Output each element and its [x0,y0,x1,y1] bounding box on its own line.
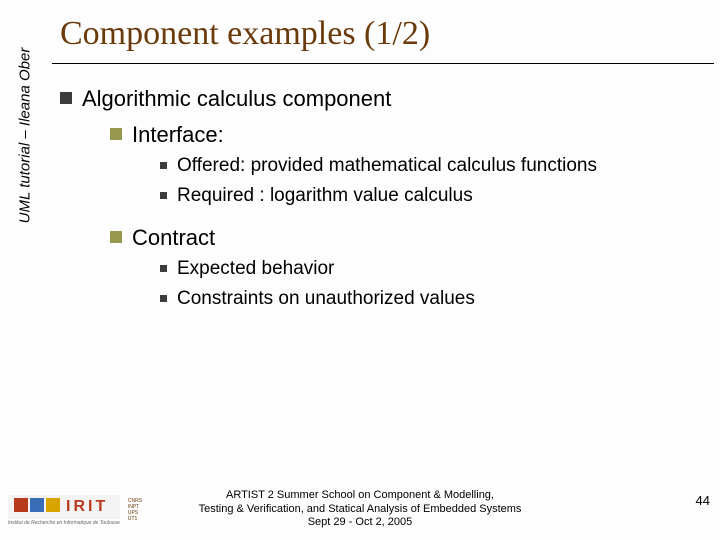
footer: IRIT Institut de Recherche en Informatiq… [0,478,720,534]
bullet-level3: Constraints on unauthorized values [160,286,700,312]
bullet-text: Offered: provided mathematical calculus … [177,153,597,179]
bullet-text: Algorithmic calculus component [82,84,391,114]
bullet-text: Required : logarithm value calculus [177,183,473,209]
side-author-text: UML tutorial – Ileana Ober [17,47,34,223]
square-bullet-icon [160,265,167,272]
content-area: Algorithmic calculus component Interface… [60,78,700,312]
bullet-level2: Interface: [110,120,700,150]
bullet-text: Expected behavior [177,256,334,282]
bullet-text: Contract [132,223,215,253]
bullet-level2: Contract [110,223,700,253]
bullet-text: Constraints on unauthorized values [177,286,475,312]
footer-line: ARTIST 2 Summer School on Component & Mo… [0,489,720,503]
slide-title: Component examples (1/2) [60,15,430,53]
square-bullet-icon [110,231,122,243]
title-bar: Component examples (1/2) [52,4,714,64]
bullet-level3: Required : logarithm value calculus [160,183,700,209]
square-bullet-icon [60,92,72,104]
square-bullet-icon [160,295,167,302]
square-bullet-icon [110,128,122,140]
slide: UML tutorial – Ileana Ober Component exa… [0,0,720,540]
square-bullet-icon [160,162,167,169]
bullet-level1: Algorithmic calculus component [60,84,700,114]
bullet-level3: Expected behavior [160,256,700,282]
footer-line: Testing & Verification, and Statical Ana… [0,503,720,517]
footer-line: Sept 29 - Oct 2, 2005 [0,516,720,530]
bullet-level3: Offered: provided mathematical calculus … [160,153,700,179]
side-author-label: UML tutorial – Ileana Ober [0,0,50,270]
bullet-text: Interface: [132,120,224,150]
footer-text: ARTIST 2 Summer School on Component & Mo… [0,489,720,530]
square-bullet-icon [160,192,167,199]
page-number: 44 [696,493,710,508]
